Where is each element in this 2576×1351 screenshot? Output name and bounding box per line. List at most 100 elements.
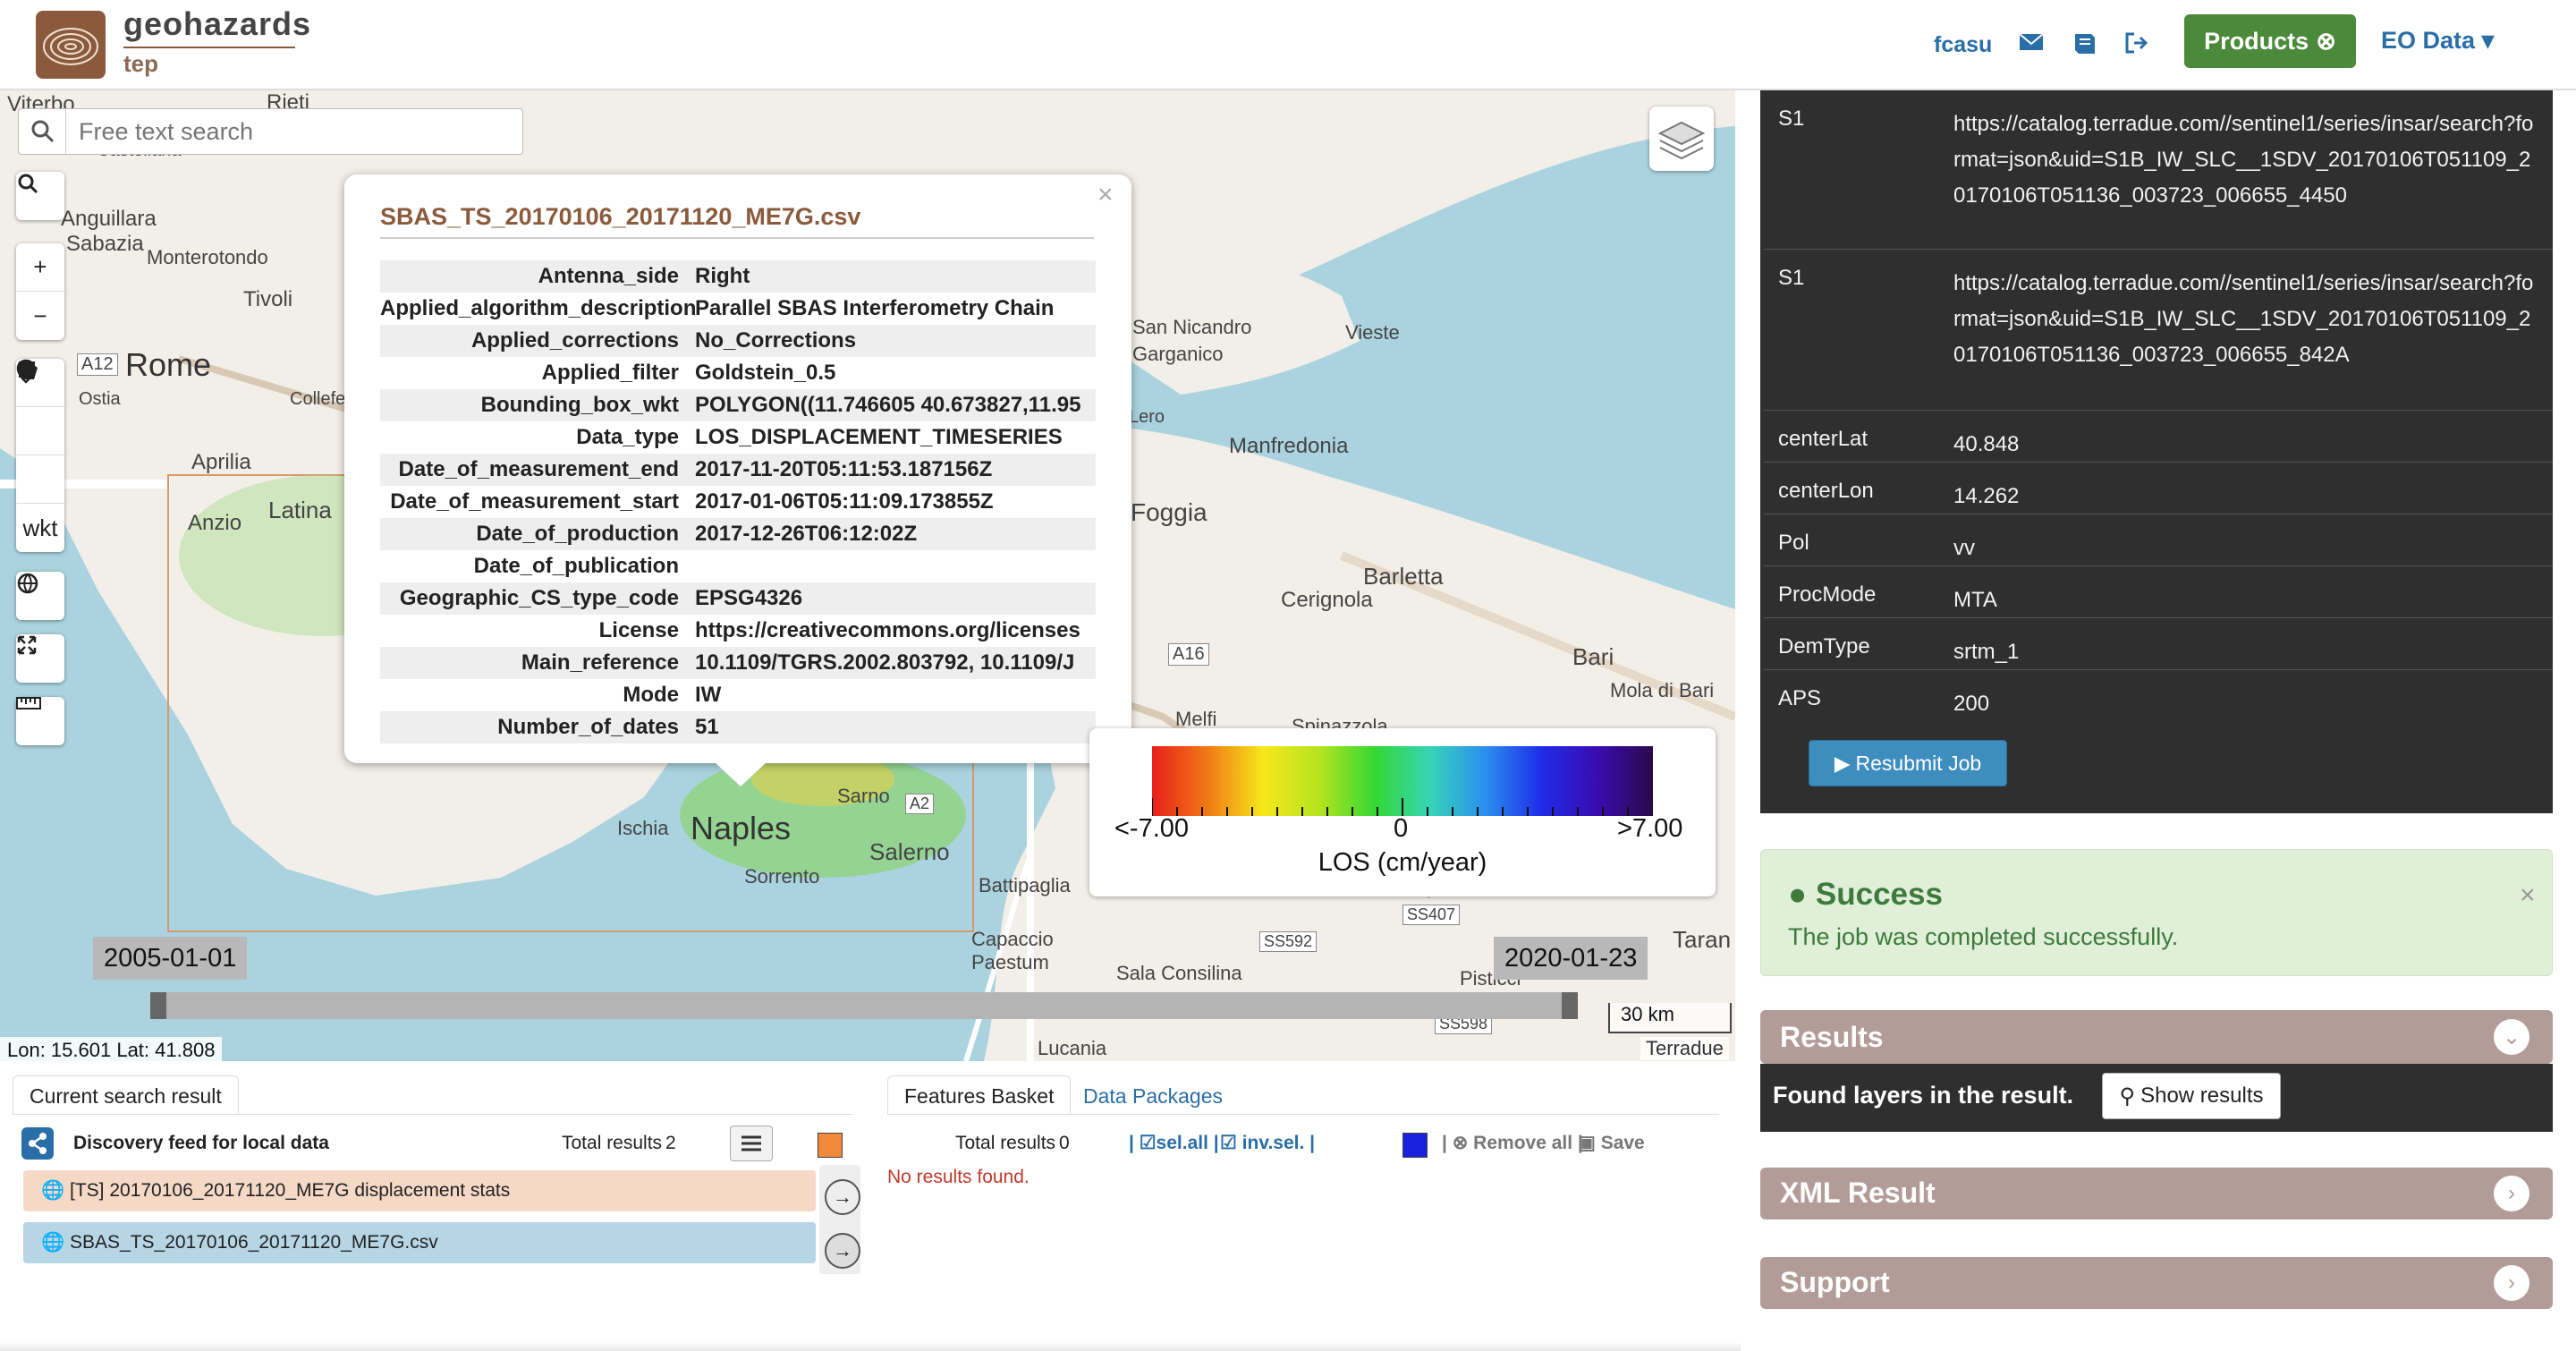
- map-label-sala-consilina: Sala Consilina: [1116, 962, 1242, 984]
- chevron-right-icon[interactable]: ›: [2494, 1265, 2529, 1301]
- time-slider-handle-start[interactable]: [150, 992, 166, 1019]
- attr-value: LOS_DISPLACEMENT_TIMESERIES: [695, 425, 1063, 449]
- close-icon[interactable]: ×: [1097, 180, 1114, 210]
- exclamation-circle-icon: ●: [1788, 877, 1808, 912]
- zoom-control: + −: [16, 243, 64, 340]
- legend-max-label: >7.00: [1617, 814, 1683, 843]
- map-label-anzio: Anzio: [188, 511, 242, 535]
- param-row: S1 https://catalog.terradue.com//sentinel…: [1760, 90, 2553, 250]
- list-item[interactable]: 🌐 [TS] 20170106_20171120_ME7G displaceme…: [23, 1170, 816, 1211]
- attr-value: 2017-12-26T06:12:02Z: [695, 522, 918, 546]
- share-icon[interactable]: [21, 1127, 54, 1160]
- success-alert: ● Success The job was completed successf…: [1760, 849, 2553, 976]
- list-item[interactable]: 🌐 SBAS_TS_20170106_20171120_ME7G.csv: [23, 1222, 816, 1263]
- attr-key: Number_of_dates: [497, 715, 679, 739]
- legend-title: LOS (cm/year): [1318, 848, 1487, 877]
- param-value: 14.262: [1953, 484, 2020, 508]
- save-link[interactable]: ▣ Save: [1578, 1124, 1645, 1163]
- arrow-right-icon[interactable]: →: [825, 1233, 860, 1269]
- blue-swatch[interactable]: [1402, 1133, 1428, 1158]
- zoom-in-button[interactable]: +: [16, 243, 64, 292]
- arrow-right-icon[interactable]: →: [825, 1179, 860, 1215]
- zoom-out-button[interactable]: −: [16, 292, 64, 340]
- attr-row: Date_of_production 2017-12-26T06:12:02Z: [380, 518, 1096, 550]
- ruler-icon[interactable]: [16, 697, 64, 745]
- color-legend: <-7.00 0 >7.00 LOS (cm/year): [1089, 728, 1716, 896]
- tab-current-search-result[interactable]: Current search result: [13, 1075, 239, 1115]
- success-title-text: Success: [1815, 877, 1943, 912]
- globe-tool[interactable]: [16, 572, 64, 620]
- rectangle-icon[interactable]: [16, 361, 64, 455]
- map-label-ischia: Ischia: [617, 817, 669, 839]
- logo-rule: [123, 47, 295, 48]
- map-view[interactable]: Viterbo Rieti Castellana Anguillara Saba…: [0, 90, 1735, 1061]
- map-label-ss592: SS592: [1259, 931, 1318, 952]
- logo-sub: tep: [123, 50, 158, 77]
- attr-row: Main_reference 10.1109/TGRS.2002.803792, …: [380, 647, 1096, 679]
- success-text: The job was completed successfully.: [1788, 923, 2179, 950]
- orange-swatch[interactable]: [818, 1133, 843, 1158]
- list-view-icon[interactable]: [730, 1126, 773, 1161]
- remove-all-link[interactable]: | ⊗ Remove all |: [1442, 1124, 1583, 1163]
- tab-data-packages[interactable]: Data Packages: [1066, 1075, 1240, 1115]
- attr-value: Parallel SBAS Interferometry Chain: [695, 296, 1055, 320]
- close-icon[interactable]: ×: [2520, 880, 2536, 911]
- marker-icon[interactable]: [16, 359, 64, 504]
- resubmit-job-button[interactable]: ▶ Resubmit Job: [1809, 740, 2007, 786]
- param-key: centerLon: [1778, 479, 1874, 503]
- time-end-label: 2020-01-23: [1494, 937, 1648, 980]
- check-square-icon: ☑: [1220, 1133, 1237, 1153]
- products-label: Products: [2204, 27, 2309, 55]
- attr-value: IW: [695, 683, 722, 707]
- support-accordion[interactable]: Support ›: [1760, 1257, 2553, 1309]
- time-slider-handle-end[interactable]: [1562, 992, 1578, 1019]
- map-label-sorrento: Sorrento: [744, 865, 820, 888]
- chevron-right-icon[interactable]: ›: [2494, 1176, 2529, 1211]
- eo-data-menu[interactable]: EO Data ▾: [2381, 27, 2494, 55]
- map-label-barletta: Barletta: [1363, 563, 1444, 590]
- attr-value: 10.1109/TGRS.2002.803792, 10.1109/J: [695, 650, 1075, 675]
- search-icon[interactable]: [16, 172, 64, 220]
- wkt-button[interactable]: wkt: [16, 504, 64, 552]
- geohazards-logo[interactable]: [36, 11, 106, 79]
- eo-data-label: EO Data: [2381, 27, 2476, 54]
- layers-button[interactable]: [1649, 106, 1714, 171]
- tab-divider: [887, 1114, 1719, 1115]
- attr-key: Applied_filter: [541, 361, 679, 385]
- popup-divider: [380, 237, 1094, 239]
- param-row: centerLat 40.848: [1760, 411, 2553, 463]
- book-icon[interactable]: [2072, 30, 2102, 57]
- products-button[interactable]: Products ⊗: [2184, 14, 2356, 68]
- xml-result-accordion[interactable]: XML Result ›: [1760, 1168, 2553, 1219]
- popup-pointer: [714, 761, 767, 786]
- tab-features-basket[interactable]: Features Basket: [887, 1075, 1072, 1115]
- map-search-tool[interactable]: [16, 172, 64, 220]
- attr-key: Data_type: [576, 425, 679, 449]
- search-icon[interactable]: [30, 118, 56, 145]
- map-label-ostia: Ostia: [79, 389, 121, 409]
- user-link[interactable]: fcasu: [1934, 32, 1992, 58]
- job-parameters: S1 https://catalog.terradue.com//sentinel…: [1760, 90, 2553, 813]
- search-input[interactable]: [65, 109, 521, 154]
- globe-icon: 🌐: [41, 1180, 65, 1201]
- map-label-rome: Rome: [125, 346, 212, 383]
- chevron-down-icon[interactable]: ⌄: [2494, 1019, 2529, 1055]
- free-text-search[interactable]: [18, 108, 523, 155]
- param-row: S1 https://catalog.terradue.com//sentinel…: [1760, 250, 2553, 411]
- results-title: Results: [1780, 1021, 1884, 1053]
- param-value: MTA: [1953, 588, 1997, 612]
- expand-icon[interactable]: [16, 634, 64, 683]
- time-slider-track[interactable]: [156, 992, 1569, 1019]
- map-label-cerignola: Cerignola: [1281, 588, 1373, 612]
- results-accordion[interactable]: Results ⌄: [1760, 1010, 2553, 1064]
- invert-selection-link[interactable]: ☑ inv.sel. |: [1220, 1124, 1315, 1163]
- fullscreen-tool[interactable]: [16, 634, 64, 683]
- select-all-link[interactable]: | ☑sel.all |: [1129, 1124, 1219, 1163]
- attr-key: Date_of_publication: [473, 554, 679, 578]
- show-results-button[interactable]: ⚲ Show results: [2102, 1073, 2281, 1119]
- globe-icon[interactable]: [16, 572, 64, 620]
- sign-out-icon[interactable]: [2123, 30, 2154, 57]
- measure-tool[interactable]: [16, 697, 64, 745]
- envelope-icon[interactable]: [2018, 30, 2048, 57]
- list-item-label: SBAS_TS_20170106_20171120_ME7G.csv: [70, 1232, 438, 1253]
